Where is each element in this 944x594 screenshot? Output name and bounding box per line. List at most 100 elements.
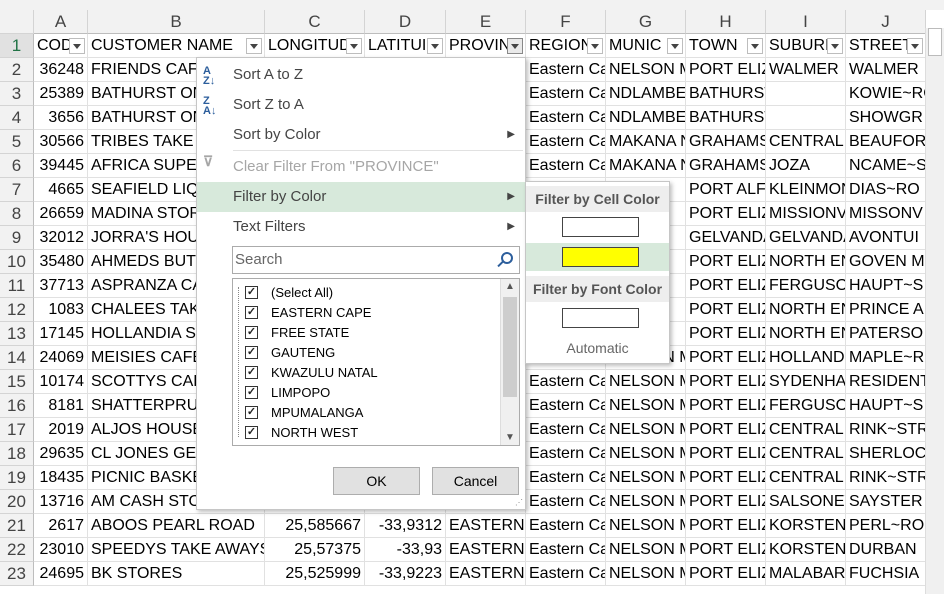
table-cell[interactable]: EASTERN C — [446, 538, 526, 562]
table-cell[interactable]: MAKANA N — [606, 154, 686, 178]
row-header[interactable]: 18 — [0, 442, 34, 466]
table-cell[interactable]: Eastern Ca — [526, 538, 606, 562]
checkbox-checked-icon[interactable]: ✓ — [245, 426, 258, 439]
table-cell[interactable]: WALMER — [846, 58, 926, 82]
table-cell[interactable]: 17145 — [34, 322, 88, 346]
table-cell[interactable]: 8181 — [34, 394, 88, 418]
table-cell[interactable]: RESIDENT — [846, 370, 926, 394]
text-filters-item[interactable]: Text Filters ▶ — [197, 212, 525, 242]
select-all-corner[interactable] — [0, 10, 34, 34]
filter-values-list[interactable]: ▲ ▼ ✓ (Select All) ✓ EASTERN CAPE ✓ FREE STAT… — [232, 278, 520, 446]
table-cell[interactable]: 25,57375 — [265, 538, 365, 562]
scroll-up-icon[interactable]: ▲ — [505, 281, 515, 292]
table-cell[interactable]: BATHURST — [686, 106, 766, 130]
checkbox-checked-icon[interactable]: ✓ — [245, 406, 258, 419]
checkbox-checked-icon[interactable]: ✓ — [245, 386, 258, 399]
table-cell[interactable] — [766, 106, 846, 130]
table-cell[interactable]: Eastern Ca — [526, 514, 606, 538]
ok-button[interactable]: OK — [333, 467, 420, 495]
row-header[interactable]: 22 — [0, 538, 34, 562]
table-cell[interactable]: WALMER — [766, 58, 846, 82]
table-cell[interactable]: PORT ELIZ — [686, 562, 766, 586]
table-cell[interactable]: 39445 — [34, 154, 88, 178]
table-cell[interactable]: 25,525999 — [265, 562, 365, 586]
table-cell[interactable]: Eastern Ca — [526, 154, 606, 178]
column-header-j[interactable]: J — [846, 10, 926, 34]
filter-dropdown-button[interactable] — [346, 38, 362, 54]
header-cell[interactable]: COD — [34, 34, 88, 58]
table-cell[interactable]: Eastern Ca — [526, 466, 606, 490]
table-cell[interactable]: MAKANA N — [606, 130, 686, 154]
table-cell[interactable]: NORTH EN — [766, 298, 846, 322]
table-cell[interactable]: MISSIONV — [766, 202, 846, 226]
table-cell[interactable]: 3656 — [34, 106, 88, 130]
table-cell[interactable]: PORT ELIZ — [686, 274, 766, 298]
font-color-option[interactable] — [526, 304, 669, 332]
row-header[interactable]: 17 — [0, 418, 34, 442]
table-cell[interactable]: NORTH EN — [766, 322, 846, 346]
table-cell[interactable]: PORT ELIZ — [686, 418, 766, 442]
table-cell[interactable]: 25389 — [34, 82, 88, 106]
table-cell[interactable]: BK STORES — [88, 562, 265, 586]
row-header[interactable]: 20 — [0, 490, 34, 514]
table-cell[interactable]: PORT ELIZ — [686, 58, 766, 82]
column-header-i[interactable]: I — [766, 10, 846, 34]
table-cell[interactable]: 24069 — [34, 346, 88, 370]
table-cell[interactable]: FERGUSON — [766, 274, 846, 298]
table-cell[interactable]: MALABAR — [766, 562, 846, 586]
header-cell[interactable]: REGION — [526, 34, 606, 58]
row-header[interactable]: 21 — [0, 514, 34, 538]
table-cell[interactable]: PORT ELIZ — [686, 490, 766, 514]
table-cell[interactable]: KORSTEN — [766, 514, 846, 538]
table-cell[interactable]: NELSON M — [606, 490, 686, 514]
table-cell[interactable]: Eastern Ca — [526, 442, 606, 466]
table-cell[interactable]: RINK~STR — [846, 466, 926, 490]
table-cell[interactable]: SPEEDYS TAKE AWAYS — [88, 538, 265, 562]
table-cell[interactable]: SALSONEV — [766, 490, 846, 514]
table-cell[interactable]: PORT ELIZ — [686, 514, 766, 538]
table-cell[interactable]: 37713 — [34, 274, 88, 298]
table-cell[interactable]: BEAUFOR — [846, 130, 926, 154]
table-cell[interactable]: SHERLOC — [846, 442, 926, 466]
row-header[interactable]: 14 — [0, 346, 34, 370]
column-header-e[interactable]: E — [446, 10, 526, 34]
filter-dropdown-button[interactable] — [907, 38, 923, 54]
table-cell[interactable]: NORTH EN — [766, 250, 846, 274]
table-cell[interactable]: GELVANDA — [766, 226, 846, 250]
row-header[interactable]: 13 — [0, 322, 34, 346]
column-header-f[interactable]: F — [526, 10, 606, 34]
filter-dropdown-button[interactable] — [747, 38, 763, 54]
table-cell[interactable]: 18435 — [34, 466, 88, 490]
table-cell[interactable]: KORSTEN — [766, 538, 846, 562]
table-cell[interactable]: Eastern Ca — [526, 370, 606, 394]
table-cell[interactable]: MAPLE~R — [846, 346, 926, 370]
table-cell[interactable]: NELSON M — [606, 370, 686, 394]
filter-by-color-item[interactable]: Filter by Color ▶ — [197, 182, 525, 212]
header-cell[interactable]: SUBURI — [766, 34, 846, 58]
header-cell[interactable]: STREET — [846, 34, 926, 58]
filter-dropdown-button[interactable] — [667, 38, 683, 54]
list-scrollbar-thumb[interactable] — [503, 297, 517, 397]
search-input[interactable]: Search — [232, 246, 520, 274]
row-header[interactable]: 6 — [0, 154, 34, 178]
table-cell[interactable]: 2617 — [34, 514, 88, 538]
sort-z-to-a-item[interactable]: Z A↓ Sort Z to A — [197, 90, 525, 120]
table-cell[interactable]: JOZA — [766, 154, 846, 178]
clear-filter-item[interactable]: ⊽ Clear Filter From "PROVINCE" — [197, 152, 525, 182]
resize-grip-icon[interactable]: ⋰ — [515, 498, 523, 507]
table-cell[interactable] — [766, 82, 846, 106]
header-cell[interactable]: LONGITUD — [265, 34, 365, 58]
table-cell[interactable]: 10174 — [34, 370, 88, 394]
row-header[interactable]: 4 — [0, 106, 34, 130]
checkbox-checked-icon[interactable]: ✓ — [245, 286, 258, 299]
table-cell[interactable]: 4665 — [34, 178, 88, 202]
table-cell[interactable]: RINK~STR — [846, 418, 926, 442]
table-cell[interactable]: CENTRAL — [766, 466, 846, 490]
list-scrollbar[interactable]: ▲ ▼ — [500, 279, 519, 445]
table-cell[interactable]: Eastern Ca — [526, 490, 606, 514]
column-header-a[interactable]: A — [34, 10, 88, 34]
checkbox-checked-icon[interactable]: ✓ — [245, 346, 258, 359]
table-cell[interactable]: GRAHAMS — [686, 154, 766, 178]
table-cell[interactable]: CENTRAL — [766, 130, 846, 154]
header-cell[interactable]: LATITUI — [365, 34, 446, 58]
